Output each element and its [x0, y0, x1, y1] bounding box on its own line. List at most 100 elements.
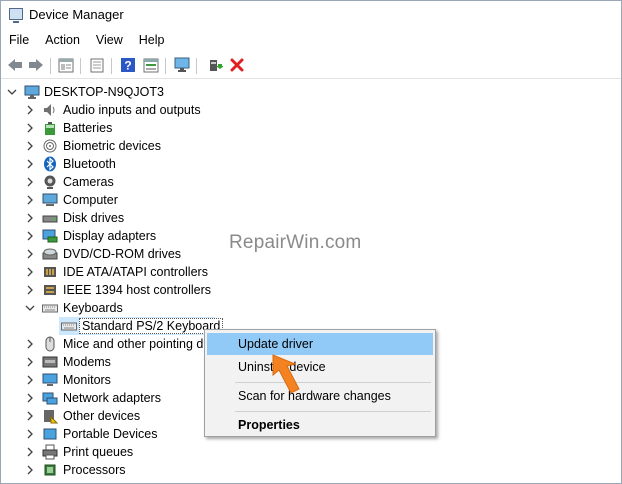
display-adapter-icon	[42, 228, 58, 244]
chevron-down-icon[interactable]	[7, 87, 17, 97]
category-label: IEEE 1394 host controllers	[63, 283, 211, 297]
fingerprint-icon	[42, 138, 58, 154]
menu-properties[interactable]: Properties	[207, 414, 433, 436]
computer-icon	[24, 84, 40, 100]
back-icon[interactable]	[5, 56, 24, 74]
category-label: Processors	[63, 463, 126, 477]
chevron-right-icon[interactable]	[25, 447, 35, 457]
monitor-icon	[42, 372, 58, 388]
chevron-right-icon[interactable]	[25, 249, 35, 259]
monitor-scan-icon[interactable]	[172, 56, 191, 74]
pointer-arrow-icon	[272, 354, 300, 394]
tree-category[interactable]: Disk drives	[1, 209, 621, 227]
update-driver-icon[interactable]	[205, 56, 224, 74]
mouse-icon	[42, 336, 58, 352]
category-label: Other devices	[63, 409, 141, 423]
menu-scan-hardware-changes[interactable]: Scan for hardware changes	[207, 385, 433, 407]
tree-category[interactable]: IEEE 1394 host controllers	[1, 281, 621, 299]
device-icon	[42, 480, 58, 483]
uninstall-icon[interactable]	[227, 56, 246, 74]
tree-category[interactable]: IDE ATA/ATAPI controllers	[1, 263, 621, 281]
chevron-right-icon[interactable]	[25, 465, 35, 475]
ide-controller-icon	[42, 264, 58, 280]
context-menu: Update driver Uninstall device Scan for …	[204, 329, 436, 437]
category-label: Computer	[63, 193, 118, 207]
keyboard-icon	[61, 318, 77, 334]
chevron-right-icon[interactable]	[25, 123, 35, 133]
computer-icon	[42, 192, 58, 208]
disk-drive-icon	[42, 210, 58, 226]
tree-category[interactable]: Audio inputs and outputs	[1, 101, 621, 119]
chevron-right-icon[interactable]	[25, 375, 35, 385]
network-adapter-icon	[42, 390, 58, 406]
menu-file[interactable]: File	[1, 30, 37, 50]
category-label: Monitors	[63, 373, 111, 387]
tree-category-partial[interactable]	[1, 479, 621, 483]
speaker-icon	[42, 102, 58, 118]
chevron-right-icon[interactable]	[25, 177, 35, 187]
menu-view[interactable]: View	[88, 30, 131, 50]
menu-separator	[235, 411, 431, 412]
category-label: Batteries	[63, 121, 113, 135]
processor-icon	[42, 462, 58, 478]
tree-category[interactable]: Batteries	[1, 119, 621, 137]
category-label: Portable Devices	[63, 427, 158, 441]
properties-view-icon[interactable]	[56, 56, 75, 74]
chevron-right-icon[interactable]	[25, 357, 35, 367]
menu-help[interactable]: Help	[131, 30, 173, 50]
tree-root[interactable]: DESKTOP-N9QJOT3	[1, 83, 621, 101]
printer-icon	[42, 444, 58, 460]
category-label: Print queues	[63, 445, 134, 459]
show-hide-tree-icon[interactable]	[87, 56, 106, 74]
device-label: Standard PS/2 Keyboard	[79, 318, 224, 334]
window-title: Device Manager	[29, 7, 124, 22]
device-manager-app-icon	[9, 8, 23, 23]
toolbar: ?	[1, 53, 621, 79]
chevron-right-icon[interactable]	[25, 159, 35, 169]
dvd-drive-icon	[42, 246, 58, 262]
tree-category-keyboards[interactable]: Keyboards	[1, 299, 621, 317]
chevron-right-icon[interactable]	[25, 141, 35, 151]
ieee1394-controller-icon	[42, 282, 58, 298]
device-manager-window: Device Manager File Action View Help ? D…	[0, 0, 622, 484]
modem-icon	[42, 354, 58, 370]
details-icon[interactable]	[141, 56, 160, 74]
chevron-down-icon[interactable]	[25, 303, 35, 313]
tree-category[interactable]: Print queues	[1, 443, 621, 461]
category-label: Cameras	[63, 175, 114, 189]
category-label: Mice and other pointing d	[63, 337, 204, 351]
category-label: Network adapters	[63, 391, 161, 405]
chevron-right-icon[interactable]	[25, 429, 35, 439]
forward-icon[interactable]	[26, 56, 45, 74]
chevron-right-icon[interactable]	[25, 105, 35, 115]
tree-category[interactable]: Cameras	[1, 173, 621, 191]
category-label: Display adapters	[63, 229, 157, 243]
chevron-right-icon[interactable]	[25, 339, 35, 349]
chevron-right-icon[interactable]	[25, 285, 35, 295]
chevron-right-icon[interactable]	[25, 213, 35, 223]
menu-update-driver[interactable]: Update driver	[207, 333, 433, 355]
category-label: Audio inputs and outputs	[63, 103, 201, 117]
menu-action[interactable]: Action	[37, 30, 88, 50]
tree-category[interactable]: Biometric devices	[1, 137, 621, 155]
menu-uninstall-device[interactable]: Uninstall device	[207, 356, 433, 378]
help-icon[interactable]: ?	[118, 56, 137, 74]
unknown-device-icon	[42, 408, 59, 424]
battery-icon	[42, 120, 58, 136]
tree-category[interactable]: Processors	[1, 461, 621, 479]
tree-category[interactable]: Computer	[1, 191, 621, 209]
portable-device-icon	[42, 426, 58, 442]
chevron-right-icon[interactable]	[25, 411, 35, 421]
chevron-right-icon[interactable]	[25, 195, 35, 205]
bluetooth-icon	[42, 156, 58, 172]
chevron-right-icon[interactable]	[25, 393, 35, 403]
chevron-right-icon[interactable]	[25, 231, 35, 241]
category-label: IDE ATA/ATAPI controllers	[63, 265, 208, 279]
title-bar: Device Manager	[1, 1, 621, 29]
category-label: Disk drives	[63, 211, 125, 225]
tree-category[interactable]: Bluetooth	[1, 155, 621, 173]
keyboard-icon	[42, 300, 58, 316]
chevron-right-icon[interactable]	[25, 267, 35, 277]
tree-root-label: DESKTOP-N9QJOT3	[44, 85, 164, 99]
camera-icon	[42, 174, 58, 190]
